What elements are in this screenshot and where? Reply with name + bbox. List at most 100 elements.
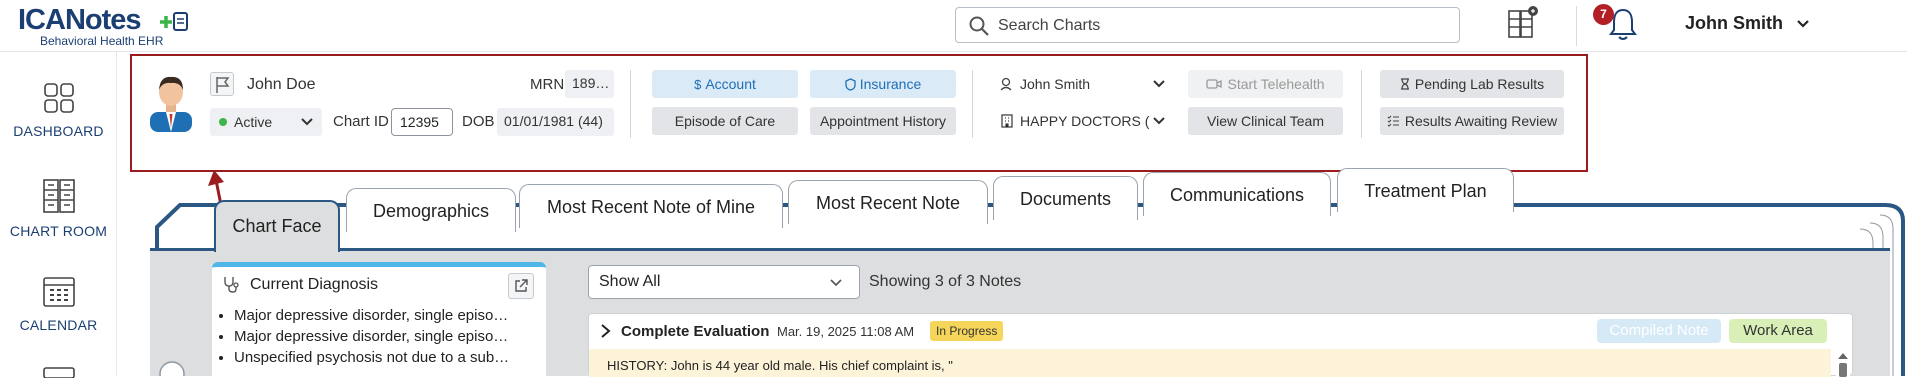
diagnosis-title: Current Diagnosis [250,276,379,293]
user-menu[interactable]: John Smith [1685,13,1810,34]
sidebar-item-chart-room[interactable]: CHART ROOM [0,178,117,239]
stethoscope-icon [224,277,239,293]
patient-banner: John Doe MRN 189… Active Chart ID 12395 … [130,54,1588,172]
account-label: Account [705,76,756,92]
building-icon [1001,114,1013,128]
flag-button[interactable] [210,72,234,96]
chevron-down-icon [1797,20,1809,28]
tab-communications[interactable]: Communications [1143,172,1331,216]
provider-select[interactable]: John Smith [992,70,1172,98]
user-search-icon [1000,77,1012,91]
chevron-down-icon [301,118,313,126]
diagnosis-item[interactable]: Major depressive disorder, single episo… [234,328,509,345]
chart-room-icon [42,179,75,213]
insurance-label: Insurance [859,76,922,92]
search-placeholder: Search Charts [998,17,1101,34]
appointment-history-button[interactable]: Appointment History [810,107,956,135]
sidebar: DASHBOARD CHART ROOM CALENDAR [0,52,117,379]
dashboard-icon [43,83,74,113]
app-logo[interactable]: ICANotes Behavioral Health EHR [18,4,193,50]
sidebar-item-label: DASHBOARD [13,123,104,139]
search-icon [969,16,989,36]
note-title[interactable]: Complete Evaluation [621,323,769,340]
tab-chart-face[interactable]: Chart Face [214,200,340,252]
tab-most-recent-note-of-mine[interactable]: Most Recent Note of Mine [519,184,783,228]
view-clinical-team-button[interactable]: View Clinical Team [1188,107,1343,135]
chevron-right-icon[interactable] [599,323,613,339]
diagnosis-item[interactable]: Unspecified psychosis not due to a sub… [234,349,509,366]
chart-cabinet-icon[interactable] [1506,5,1538,41]
checklist-icon [1387,115,1399,127]
tab-most-recent-note[interactable]: Most Recent Note [788,180,988,224]
diagnosis-list: Major depressive disorder, single episo…… [234,307,509,370]
sidebar-item-dashboard[interactable]: DASHBOARD [0,82,117,139]
open-diagnosis-button[interactable] [508,273,534,299]
work-area-button[interactable]: Work Area [1729,319,1827,343]
notes-filter-value: Show All [599,273,661,290]
note-status-badge: In Progress [930,321,1004,341]
banner-divider [630,70,631,138]
tab-treatment-plan[interactable]: Treatment Plan [1337,168,1514,212]
tab-documents[interactable]: Documents [993,176,1138,220]
shield-icon [845,78,856,91]
pending-lab-results-button[interactable]: Pending Lab Results [1380,70,1564,98]
start-telehealth-label: Start Telehealth [1227,76,1325,92]
logo-text: ICANotes [18,4,142,36]
mrn-label: MRN [530,76,565,93]
calendar-icon [42,277,75,307]
account-button[interactable]: $ Account [652,70,798,98]
banner-divider [1361,70,1362,138]
results-awaiting-review-label: Results Awaiting Review [1404,113,1558,129]
chevron-down-icon [830,279,842,287]
compiled-note-button[interactable]: Compiled Note [1597,319,1721,343]
logo-subtitle: Behavioral Health EHR [40,34,164,48]
practice-value: HAPPY DOCTORS ( [1020,113,1150,129]
chart-id-field[interactable]: 12395 [391,108,453,136]
episode-of-care-button[interactable]: Episode of Care [652,107,798,135]
logo-plus-icon [160,12,188,31]
notes-count: Showing 3 of 3 Notes [869,273,1022,290]
banner-divider [972,70,973,138]
practice-select[interactable]: HAPPY DOCTORS ( [992,107,1172,135]
flag-icon [216,77,230,93]
diagnosis-item[interactable]: Major depressive disorder, single episo… [234,307,509,324]
chevron-down-icon [1153,80,1165,88]
status-value: Active [234,114,273,130]
patient-name: John Doe [247,76,316,93]
tab-demographics[interactable]: Demographics [346,188,516,232]
hourglass-icon [1400,78,1409,90]
header-divider [1576,6,1577,46]
video-camera-icon [1206,79,1223,89]
start-telehealth-button[interactable]: Start Telehealth [1188,70,1343,98]
top-bar: ICANotes Behavioral Health EHR Search Ch… [0,0,1907,52]
pending-lab-results-label: Pending Lab Results [1414,76,1545,92]
search-charts-field[interactable]: Search Charts [955,7,1460,43]
status-dot-icon [219,118,227,126]
chart-id-label: Chart ID [333,113,389,130]
patient-avatar [150,76,192,132]
scroll-up-icon [1838,353,1848,377]
insurance-button[interactable]: Insurance [810,70,956,98]
sidebar-item-label: CALENDAR [19,317,98,333]
note-history-preview: HISTORY: John is 44 year old male. His c… [589,349,1831,377]
current-diagnosis-card: Current Diagnosis Major depressive disor… [212,262,546,376]
sidebar-item-next[interactable] [0,364,117,383]
provider-value: John Smith [1020,76,1091,92]
circle-nav-icon[interactable] [157,358,187,376]
note-date: Mar. 19, 2025 11:08 AM [777,324,915,339]
mrn-value: 189… [565,70,614,98]
user-name: John Smith [1685,13,1783,33]
sidebar-item-label: CHART ROOM [9,223,108,239]
note-scrollbar[interactable] [1836,349,1850,377]
chevron-down-icon [1153,117,1165,125]
results-awaiting-review-button[interactable]: Results Awaiting Review [1380,107,1564,135]
external-link-icon [515,279,528,292]
bell-icon [1609,8,1637,40]
patient-status-select[interactable]: Active [210,108,322,136]
notes-filter-select[interactable]: Show All [588,265,860,299]
dollar-icon: $ [694,77,702,92]
dob-value: 01/01/1981 (44) [497,108,614,136]
note-card: Complete Evaluation Mar. 19, 2025 11:08 … [588,313,1853,377]
dob-label: DOB [462,113,495,130]
sidebar-item-calendar[interactable]: CALENDAR [0,274,117,333]
